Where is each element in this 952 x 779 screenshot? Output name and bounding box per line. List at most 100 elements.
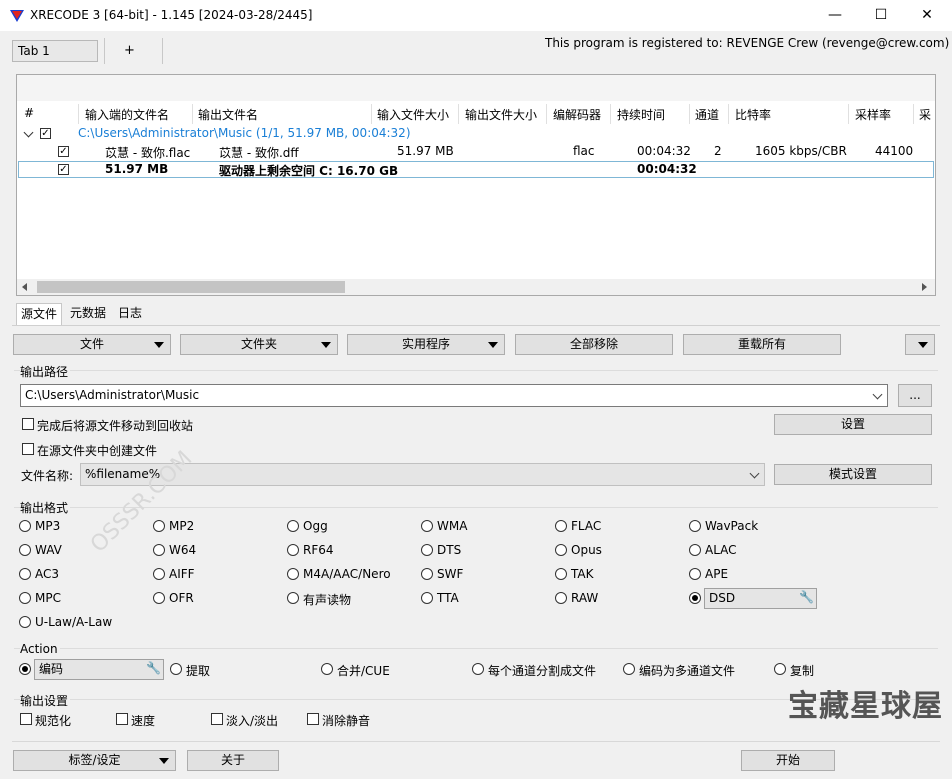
format-radio-ape[interactable] [689, 568, 701, 580]
column-header-output-size[interactable]: 输出文件大小 [465, 106, 537, 123]
dropdown-arrow-icon [159, 758, 169, 764]
normalize-checkbox[interactable] [20, 713, 32, 725]
folder-button[interactable]: 文件夹 [180, 334, 338, 355]
column-header-number[interactable]: # [24, 106, 34, 120]
action-encode-box[interactable]: 编码 [34, 659, 164, 680]
files-button[interactable]: 文件 [13, 334, 171, 355]
action-radio-merge-cue[interactable] [321, 663, 333, 675]
output-path-field[interactable]: C:\Users\Administrator\Music [20, 384, 888, 407]
scroll-left-icon[interactable] [22, 283, 27, 291]
file-list-top-bar [17, 75, 935, 101]
group-path[interactable]: C:\Users\Administrator\Music (1/1, 51.97… [78, 126, 411, 140]
format-radio-mp2[interactable] [153, 520, 165, 532]
scroll-right-icon[interactable] [922, 283, 927, 291]
format-radio-tak[interactable] [555, 568, 567, 580]
column-header-samplerate[interactable]: 采样率 [855, 106, 891, 123]
action-label-copy: 复制 [790, 664, 815, 678]
wrench-icon[interactable]: 🔧 [146, 661, 161, 675]
column-header-input-name[interactable]: 输入端的文件名 [85, 106, 169, 123]
action-radio-encode[interactable] [19, 663, 31, 675]
action-radio-extract[interactable] [170, 663, 182, 675]
format-radio-mp3[interactable] [19, 520, 31, 532]
tags-settings-button[interactable]: 标签/设定 [13, 750, 176, 771]
column-header-duration[interactable]: 持续时间 [617, 106, 665, 123]
action-radio-multichannel[interactable] [623, 663, 635, 675]
format-radio-w64[interactable] [153, 544, 165, 556]
utilities-button[interactable]: 实用程序 [347, 334, 505, 355]
column-header-truncated[interactable]: 采 [919, 106, 934, 123]
format-radio-alac[interactable] [689, 544, 701, 556]
add-tab-button[interactable]: + [124, 43, 135, 58]
format-label-wavpack: WavPack [705, 519, 759, 533]
file-duration: 00:04:32 [637, 144, 691, 158]
start-button[interactable]: 开始 [741, 750, 835, 771]
settings-button[interactable]: 设置 [774, 414, 932, 435]
tab-log[interactable]: 日志 [114, 303, 146, 325]
format-radio-wav[interactable] [19, 544, 31, 556]
scrollbar-thumb[interactable] [37, 281, 345, 293]
speed-checkbox[interactable] [116, 713, 128, 725]
wrench-icon[interactable]: 🔧 [799, 590, 814, 604]
column-header-input-size[interactable]: 输入文件大小 [377, 106, 449, 123]
format-radio-ac3[interactable] [19, 568, 31, 580]
format-radio-wavpack[interactable] [689, 520, 701, 532]
column-header-codec[interactable]: 编解码器 [553, 106, 601, 123]
column-header-bitrate[interactable]: 比特率 [735, 106, 771, 123]
close-button[interactable]: ✕ [904, 0, 950, 31]
format-radio-mpc[interactable] [19, 592, 31, 604]
format-radio-swf[interactable] [421, 568, 433, 580]
more-options-button[interactable] [905, 334, 935, 355]
maximize-button[interactable]: ☐ [858, 0, 904, 31]
browse-button[interactable]: ... [898, 384, 932, 407]
group-checkbox[interactable]: ✓ [40, 128, 51, 139]
format-radio-ulaw[interactable] [19, 616, 31, 628]
column-header-output-name[interactable]: 输出文件名 [198, 106, 258, 123]
minimize-button[interactable]: — [812, 0, 858, 31]
create-in-source-checkbox[interactable] [22, 443, 34, 455]
format-radio-raw[interactable] [555, 592, 567, 604]
column-divider [689, 104, 690, 124]
create-in-source-label: 在源文件夹中创建文件 [37, 444, 158, 458]
reload-all-button[interactable]: 重载所有 [683, 334, 841, 355]
tab-source-files[interactable]: 源文件 [16, 303, 63, 325]
format-label-raw: RAW [571, 591, 599, 605]
total-checkbox[interactable]: ✓ [58, 164, 69, 175]
action-radio-copy[interactable] [774, 663, 786, 675]
output-format-label: 输出格式 [20, 499, 71, 516]
format-radio-ofr[interactable] [153, 592, 165, 604]
format-radio-flac[interactable] [555, 520, 567, 532]
format-radio-wma[interactable] [421, 520, 433, 532]
format-radio-audiobook[interactable] [287, 592, 299, 604]
remove-all-button[interactable]: 全部移除 [515, 334, 673, 355]
column-divider [458, 104, 459, 124]
format-radio-tta[interactable] [421, 592, 433, 604]
tab-1[interactable]: Tab 1 [12, 40, 98, 62]
format-radio-dts[interactable] [421, 544, 433, 556]
format-radio-opus[interactable] [555, 544, 567, 556]
format-radio-m4a[interactable] [287, 568, 299, 580]
tab-metadata[interactable]: 元数据 [66, 303, 110, 325]
format-label-mp2: MP2 [169, 519, 195, 533]
column-header-channels[interactable]: 通道 [695, 106, 719, 123]
file-input-name[interactable]: 苡慧 - 致你.flac [105, 144, 190, 161]
remove-silence-checkbox[interactable] [307, 713, 319, 725]
action-radio-split-channels[interactable] [472, 663, 484, 675]
format-radio-aiff[interactable] [153, 568, 165, 580]
file-checkbox[interactable]: ✓ [58, 146, 69, 157]
normalize-label: 规范化 [35, 714, 72, 728]
move-to-recycle-checkbox[interactable] [22, 418, 34, 430]
file-output-name[interactable]: 苡慧 - 致你.dff [219, 144, 299, 161]
about-button[interactable]: 关于 [187, 750, 279, 771]
tab-divider [162, 38, 163, 64]
format-radio-ogg[interactable] [287, 520, 299, 532]
format-label-wma: WMA [437, 519, 468, 533]
format-label-ape: APE [705, 567, 729, 581]
column-divider [78, 104, 79, 124]
format-radio-dsd[interactable] [689, 592, 701, 604]
fade-checkbox[interactable] [211, 713, 223, 725]
column-divider [192, 104, 193, 124]
format-label-rf64: RF64 [303, 543, 334, 557]
format-radio-rf64[interactable] [287, 544, 299, 556]
pattern-settings-button[interactable]: 模式设置 [774, 464, 932, 485]
chevron-down-icon [749, 468, 760, 479]
